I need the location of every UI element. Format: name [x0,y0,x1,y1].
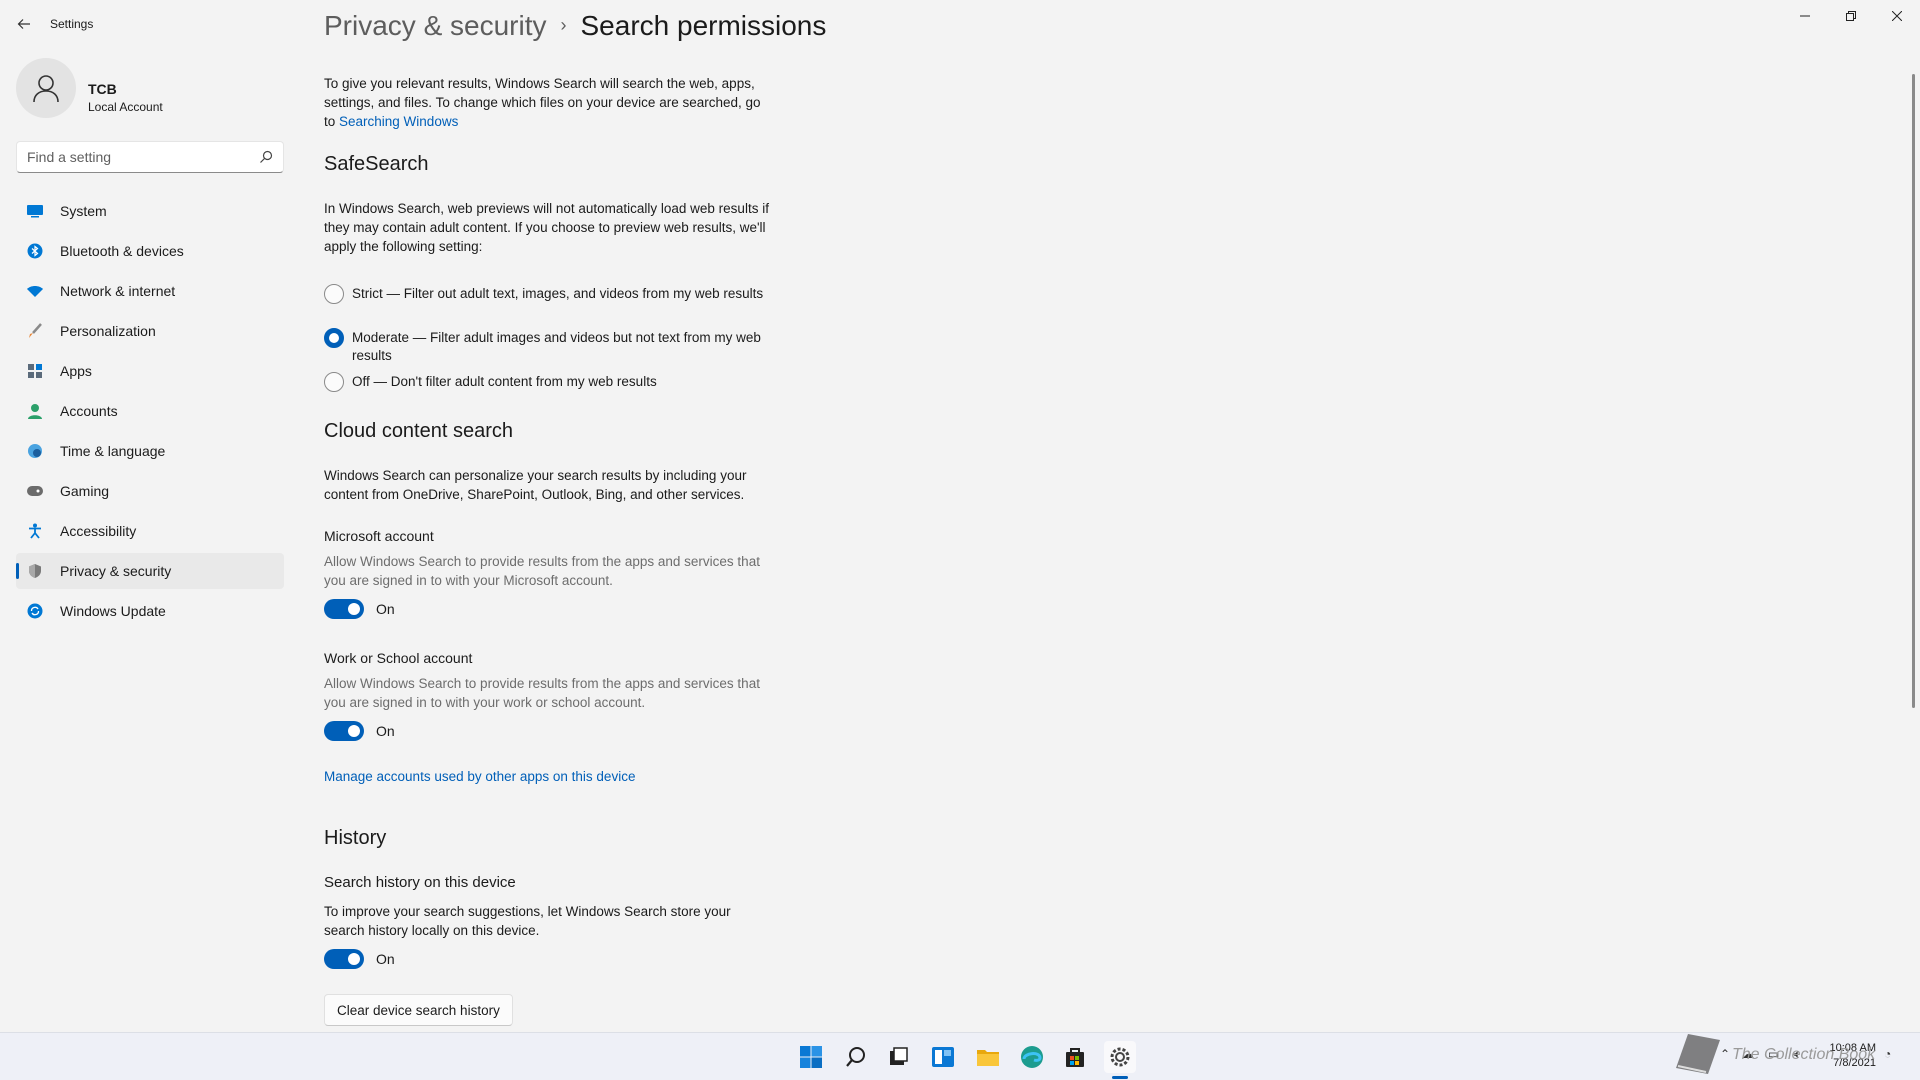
person-icon [26,402,44,420]
breadcrumb-parent[interactable]: Privacy & security [324,10,547,41]
sidebar-nav: System Bluetooth & devices Network & int… [16,193,284,633]
avatar [16,58,76,118]
sidebar-item-label: Bluetooth & devices [60,243,184,259]
taskbar: ⌃ ☁ ▭ 🔈︎ 10:08 AM 7/8/2021 ◔ [0,1032,1920,1080]
safesearch-heading: SafeSearch [324,153,429,175]
work-school-account-description: Allow Windows Search to provide results … [324,676,760,710]
search-icon[interactable] [259,150,273,164]
sidebar-item-network[interactable]: Network & internet [16,273,284,309]
radio-label: Off — Don't filter adult content from my… [352,374,657,389]
sidebar-item-label: Privacy & security [60,563,172,579]
edge-icon[interactable] [1016,1041,1048,1073]
main-content: Privacy & security › Search permissions To… [324,0,1884,1030]
search-history-toggle-row: On [324,949,395,969]
sidebar: TCB Local Account System Bluetooth & dev… [0,48,300,1028]
search-history-toggle[interactable] [324,949,364,969]
cloud-search-description: Windows Search can personalize your sear… [324,468,747,502]
intro-text: To give you relevant results, Windows Se… [324,74,774,131]
clear-search-history-button[interactable]: Clear device search history [324,994,513,1026]
sidebar-item-bluetooth[interactable]: Bluetooth & devices [16,233,284,269]
work-school-toggle-row: On [324,721,395,741]
widgets-icon[interactable] [927,1041,959,1073]
microsoft-account-description: Allow Windows Search to provide results … [324,554,760,588]
history-heading: History [324,827,387,849]
shield-icon [26,562,44,580]
profile-account-type: Local Account [88,100,163,114]
sidebar-item-label: Personalization [60,323,156,339]
taskbar-search-icon[interactable] [840,1041,872,1073]
microsoft-account-title: Microsoft account [324,528,434,544]
work-school-account-toggle[interactable] [324,721,364,741]
watermark-text: The Collection Book [1732,1046,1876,1063]
safesearch-option-off[interactable]: Off — Don't filter adult content from my… [324,372,784,392]
sidebar-item-label: Apps [60,363,92,379]
brush-icon [26,322,44,340]
notification-icon[interactable]: ◔ [1884,1047,1891,1061]
apps-icon [26,362,44,380]
task-view-icon[interactable] [882,1041,914,1073]
microsoft-account-toggle-row: On [324,599,395,619]
sidebar-item-gaming[interactable]: Gaming [16,473,284,509]
scrollbar[interactable] [1912,74,1915,708]
sidebar-item-label: System [60,203,107,219]
toggle-state-label: On [376,951,395,967]
active-app-indicator [1112,1076,1128,1079]
back-button[interactable] [12,12,36,36]
toggle-state-label: On [376,601,395,617]
search-history-description: To improve your search suggestions, let … [324,904,731,938]
work-school-account-title: Work or School account [324,650,473,666]
sidebar-item-accessibility[interactable]: Accessibility [16,513,284,549]
search-history-title: Search history on this device [324,874,516,891]
radio-off[interactable] [324,372,344,392]
safesearch-option-moderate[interactable]: Moderate — Filter adult images and video… [324,328,784,365]
manage-accounts-link[interactable]: Manage accounts used by other apps on th… [324,767,774,786]
sidebar-item-label: Gaming [60,483,110,499]
monitor-icon [26,202,44,220]
radio-moderate[interactable] [324,328,344,348]
microsoft-account-toggle[interactable] [324,599,364,619]
page-title: Search permissions [580,10,827,41]
controller-icon [26,482,44,500]
accessibility-icon [26,522,44,540]
sidebar-item-label: Accessibility [60,523,137,539]
globe-clock-icon [26,442,44,460]
sidebar-item-system[interactable]: System [16,193,284,229]
app-title: Settings [50,17,94,31]
search-input[interactable] [17,142,247,172]
sidebar-item-label: Time & language [60,443,166,459]
close-icon [1892,11,1902,21]
update-icon [26,602,44,620]
user-profile[interactable]: TCB Local Account [16,58,296,122]
sidebar-item-personalization[interactable]: Personalization [16,313,284,349]
breadcrumb: Privacy & security › Search permissions [324,10,826,42]
sidebar-item-apps[interactable]: Apps [16,353,284,389]
back-arrow-icon [17,19,30,29]
sidebar-item-accounts[interactable]: Accounts [16,393,284,429]
breadcrumb-chevron-icon: › [560,15,567,35]
sidebar-item-label: Accounts [60,403,118,419]
user-icon [33,75,59,103]
cloud-search-heading: Cloud content search [324,420,514,442]
sidebar-item-windows-update[interactable]: Windows Update [16,593,284,629]
book-watermark-icon [1676,1034,1720,1074]
sidebar-item-label: Windows Update [60,603,166,619]
radio-strict[interactable] [324,284,344,304]
searching-windows-link[interactable]: Searching Windows [339,114,458,129]
bluetooth-icon [26,242,44,260]
safesearch-description: In Windows Search, web previews will not… [324,201,769,254]
file-explorer-icon[interactable] [972,1041,1004,1073]
sidebar-item-label: Network & internet [60,283,176,299]
store-icon[interactable] [1059,1041,1091,1073]
sidebar-item-privacy-security[interactable]: Privacy & security [16,553,284,589]
radio-label: Moderate — Filter adult images and video… [352,330,761,363]
sidebar-item-time-language[interactable]: Time & language [16,433,284,469]
start-icon[interactable] [795,1041,827,1073]
settings-icon[interactable] [1104,1041,1136,1073]
radio-label: Strict — Filter out adult text, images, … [352,286,764,301]
profile-name: TCB [88,81,117,97]
toggle-state-label: On [376,723,395,739]
safesearch-option-strict[interactable]: Strict — Filter out adult text, images, … [324,284,784,304]
wifi-icon [26,282,44,300]
settings-search[interactable] [16,141,284,173]
